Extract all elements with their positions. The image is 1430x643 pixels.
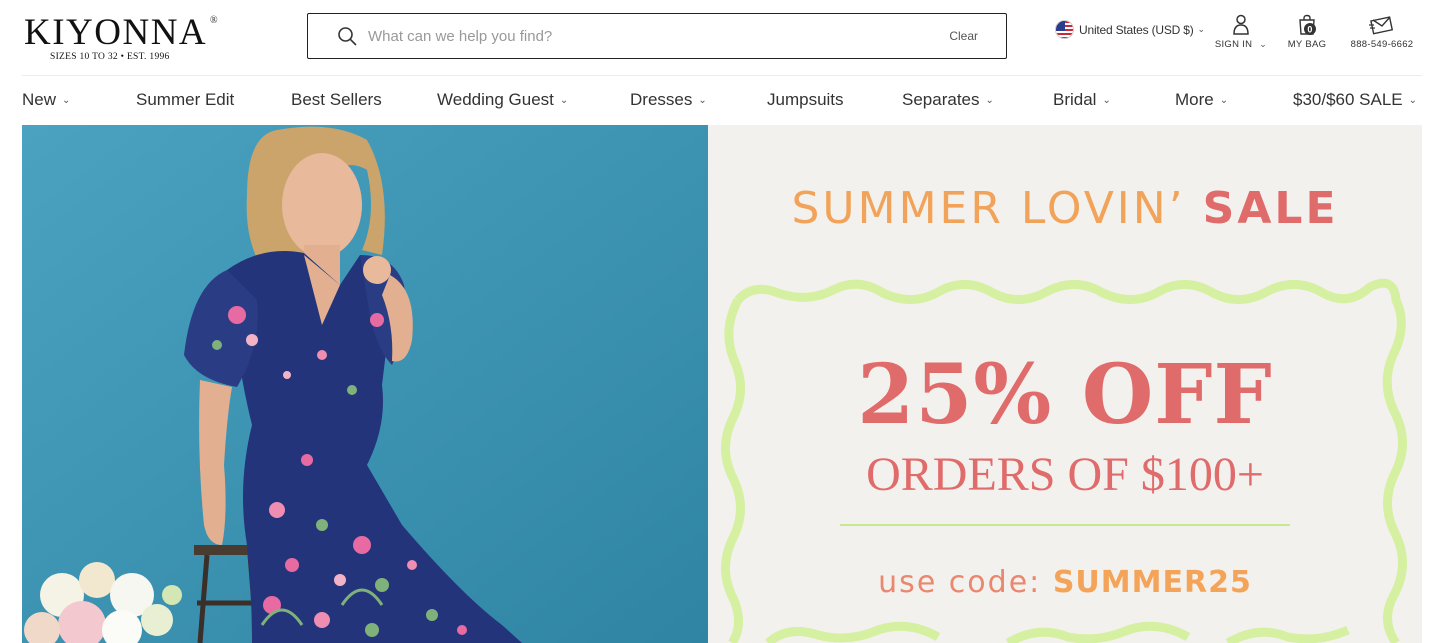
nav-item-label: More [1175,90,1214,109]
country-label: United States (USD $) [1079,22,1194,37]
nav-item-jumpsuits[interactable]: Jumpsuits [767,90,844,110]
nav-item-label: Summer Edit [136,90,235,109]
nav-item-new[interactable]: New ⌄ [22,90,70,110]
nav-item-label: Separates [902,90,980,109]
sale-promo-panel[interactable]: SUMMER LOVIN’ SALE 25% OFF ORDERS OF $10… [708,125,1422,643]
nav-item-wedding-guest[interactable]: Wedding Guest ⌄ [437,90,568,110]
sign-in-button[interactable]: SIGN IN ⌄ [1212,14,1270,50]
nav-item-label: Bridal [1053,90,1097,109]
nav-item-bridal[interactable]: Bridal ⌄ [1053,90,1111,110]
my-bag-button[interactable]: 0 MY BAG [1284,14,1330,50]
chevron-down-icon: ⌄ [1259,39,1268,49]
chevron-down-icon: ⌄ [1197,24,1206,34]
chevron-down-icon: ⌄ [1102,95,1111,106]
nav-item-more[interactable]: More ⌄ [1175,90,1228,110]
promo-title-bold: SALE [1202,183,1339,234]
chevron-down-icon: ⌄ [1408,95,1418,106]
nav-item-label: Dresses [630,90,693,109]
nav-item-best-sellers[interactable]: Best Sellers [291,90,382,110]
nav-item-label: Best Sellers [291,90,382,109]
chevron-down-icon: ⌄ [559,95,569,106]
model-photo[interactable] [22,125,708,643]
main-nav: New ⌄ Summer Edit Best Sellers Wedding Gu… [22,76,1422,124]
phone-number: 888-549-6662 [1350,39,1414,50]
my-bag-label: MY BAG [1287,39,1327,50]
promo-code-line: use code: SUMMER25 [708,565,1422,600]
promo-code-prefix: use code: [878,565,1042,600]
nav-item-label: Jumpsuits [767,90,844,109]
nav-item-dresses[interactable]: Dresses ⌄ [630,90,707,110]
brand-logo[interactable]: KIYONNA ® SIZES 10 TO 32 • EST. 1996 [24,14,224,66]
promo-headline: 25% OFF [857,347,1273,443]
sign-in-label: SIGN IN [1214,39,1253,50]
bag-count: 0 [1307,25,1312,35]
phone-link[interactable]: 888-549-6662 [1344,14,1420,50]
promo-title-light: SUMMER LOVIN’ [791,183,1186,234]
promo-code: SUMMER25 [1052,565,1252,600]
user-icon [1233,14,1249,35]
search-icon[interactable] [337,26,357,46]
promo-subheadline: ORDERS OF $100+ [866,448,1264,501]
promo-divider [840,524,1290,526]
brand-tagline: SIZES 10 TO 32 • EST. 1996 [50,52,170,62]
search-clear-button[interactable]: Clear [949,29,978,43]
registered-mark: ® [210,15,218,26]
nav-item-summer-edit[interactable]: Summer Edit [136,90,234,110]
nav-item-label: New [22,90,57,109]
nav-item-label: $30/$60 SALE [1293,90,1403,109]
nav-item-separates[interactable]: Separates ⌄ [902,90,994,110]
site-header: KIYONNA ® SIZES 10 TO 32 • EST. 1996 Cle… [0,0,1430,76]
mail-phone-icon [1369,16,1394,35]
country-selector[interactable]: United States (USD $) ⌄ [1055,20,1205,39]
brand-wordmark: KIYONNA [24,12,208,53]
chevron-down-icon: ⌄ [698,95,707,106]
model-illustration [22,125,708,643]
us-flag-icon [1055,20,1074,39]
shopping-bag-icon: 0 [1299,14,1316,35]
chevron-down-icon: ⌄ [1219,95,1229,106]
nav-item-sale[interactable]: $30/$60 SALE ⌄ [1293,90,1417,110]
hero-banner[interactable]: SUMMER LOVIN’ SALE 25% OFF ORDERS OF $10… [22,125,1422,643]
search-input[interactable] [368,22,928,50]
chevron-down-icon: ⌄ [62,95,71,106]
promo-title: SUMMER LOVIN’ SALE [708,183,1422,234]
chevron-down-icon: ⌄ [985,95,994,106]
search-bar: Clear [307,13,1007,59]
nav-item-label: Wedding Guest [437,90,554,109]
